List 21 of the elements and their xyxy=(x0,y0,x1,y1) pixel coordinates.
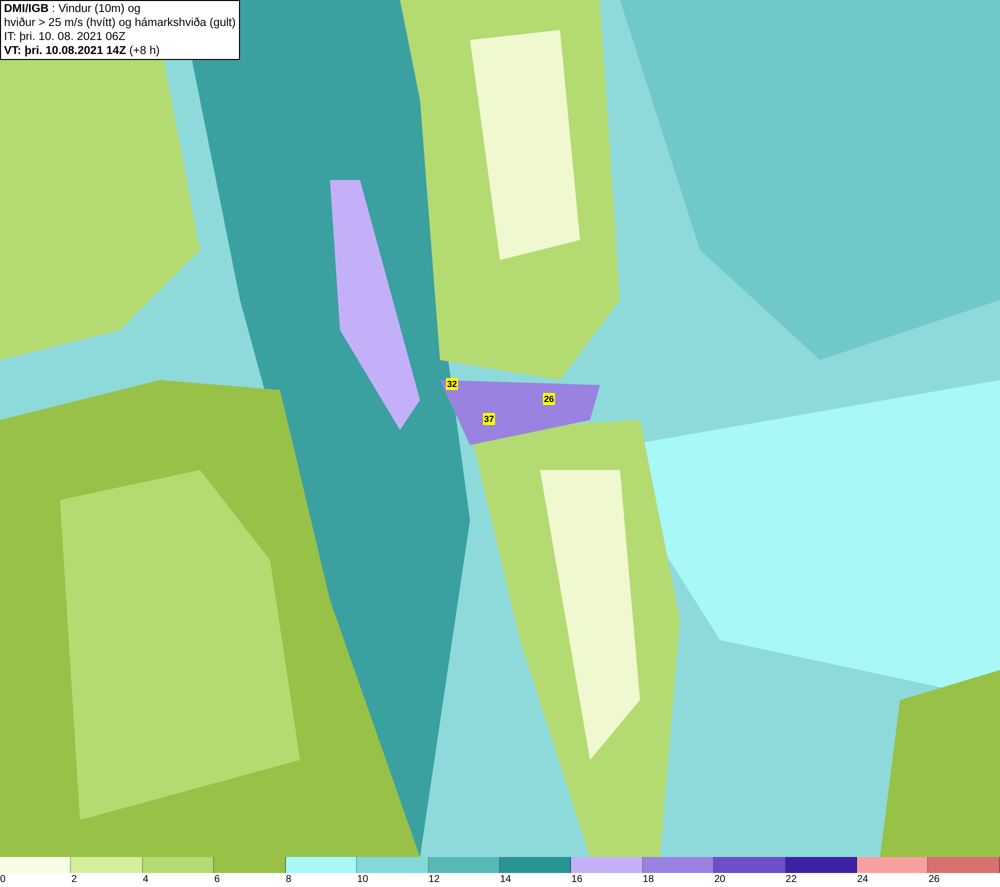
legend-label: 4 xyxy=(142,873,148,887)
header-text: hviður > 25 m/s (hvítt) og hámarkshviða (gult) xyxy=(4,16,236,30)
gust-label: 37 xyxy=(483,413,496,425)
legend-label: 16 xyxy=(571,873,582,887)
legend-label: 10 xyxy=(357,873,368,887)
legend-label: 18 xyxy=(642,873,654,887)
gust-label: 26 xyxy=(543,393,556,405)
legend-label: 2 xyxy=(71,873,77,887)
header-text: DMI/IGB : Vindur (10m) og xyxy=(4,2,142,16)
legend-label: 0 xyxy=(0,873,6,887)
header-text: IT: þri. 10. 08. 2021 06Z xyxy=(4,30,126,44)
legend-label: 26 xyxy=(928,873,940,887)
legend-label: 8 xyxy=(286,873,292,887)
legend-label: 12 xyxy=(428,873,440,887)
legend-label: 24 xyxy=(857,873,868,887)
header-text: VT: þri. 10.08.2021 14Z (+8 h) xyxy=(4,44,161,58)
legend-label: 6 xyxy=(214,873,220,887)
gust-label: 32 xyxy=(446,378,458,390)
legend-label: 22 xyxy=(786,873,797,887)
legend-label: 20 xyxy=(714,873,726,887)
legend-label: 14 xyxy=(500,873,512,887)
